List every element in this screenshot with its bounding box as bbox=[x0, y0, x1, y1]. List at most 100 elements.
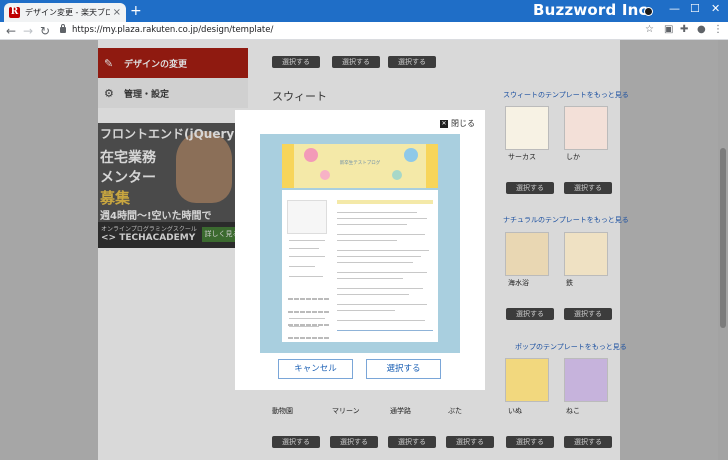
select-button[interactable]: 選択する bbox=[388, 56, 436, 68]
preview-line bbox=[337, 304, 427, 305]
preview-line bbox=[337, 218, 427, 219]
thumb-label: 海水浴 bbox=[508, 279, 529, 287]
preview-line bbox=[337, 212, 417, 213]
template-preview-image: 新卒生テストブログ bbox=[260, 134, 460, 353]
preview-body bbox=[282, 190, 438, 342]
maximize-button[interactable]: ☐ bbox=[690, 2, 700, 15]
preview-decoration bbox=[320, 170, 330, 180]
preview-line bbox=[289, 318, 325, 319]
back-arrow-icon[interactable]: ← bbox=[6, 23, 16, 39]
ad-caption: オンラインプログラミングスクール bbox=[101, 226, 197, 233]
preview-entry-title bbox=[337, 200, 433, 204]
select-button[interactable]: 選択する bbox=[330, 436, 378, 448]
preview-line bbox=[289, 276, 323, 277]
close-icon: ✕ bbox=[440, 119, 448, 128]
tab-close-icon[interactable]: × bbox=[113, 7, 121, 18]
select-button[interactable]: 選択する bbox=[272, 436, 320, 448]
preview-line bbox=[337, 224, 407, 225]
close-label: 閉じる bbox=[451, 119, 475, 128]
template-thumbnail[interactable] bbox=[505, 232, 549, 276]
thumb-label: 通学路 bbox=[390, 407, 411, 415]
menu-kebab-icon[interactable]: ⋮ bbox=[713, 24, 723, 35]
preview-sidebar bbox=[285, 196, 331, 339]
browser-tab[interactable]: R デザイン変更 - 楽天ブログ × bbox=[4, 3, 126, 22]
select-button[interactable]: 選択する bbox=[564, 436, 612, 448]
new-tab-button[interactable]: + bbox=[130, 3, 142, 19]
sidebar-item-label: 管理・設定 bbox=[124, 89, 170, 100]
template-thumbnail[interactable] bbox=[564, 106, 608, 150]
preview-line bbox=[337, 234, 425, 235]
select-button[interactable]: 選択する bbox=[564, 308, 612, 320]
forward-arrow-icon[interactable]: → bbox=[23, 23, 33, 39]
template-thumbnail[interactable] bbox=[505, 106, 549, 150]
select-template-button[interactable]: 選択する bbox=[366, 359, 441, 379]
thumb-label: ねこ bbox=[566, 407, 580, 415]
rakuten-favicon-icon: R bbox=[9, 7, 20, 18]
account-icon[interactable]: ● bbox=[697, 24, 706, 35]
browser-toolbar: ← → ↻ https://my.plaza.rakuten.co.jp/des… bbox=[0, 22, 728, 40]
lock-icon[interactable] bbox=[60, 24, 66, 33]
paint-icon: ✎ bbox=[104, 56, 114, 70]
preview-blog-title: 新卒生テストブログ bbox=[339, 161, 381, 166]
ad-text: 在宅業務 bbox=[100, 150, 156, 166]
section-title-sweet: スウィート bbox=[272, 90, 327, 103]
window-close-button[interactable]: ✕ bbox=[711, 2, 720, 15]
star-icon[interactable]: ☆ bbox=[645, 24, 654, 35]
preview-line bbox=[337, 250, 429, 251]
select-button[interactable]: 選択する bbox=[506, 182, 554, 194]
preview-line bbox=[337, 240, 397, 241]
thumb-label: しか bbox=[566, 153, 580, 161]
more-link-natural[interactable]: ナチュラルのテンプレートをもっと見る bbox=[503, 215, 629, 225]
cancel-button[interactable]: キャンセル bbox=[278, 359, 353, 379]
thumb-label: 動物園 bbox=[272, 407, 293, 415]
more-link-sweet[interactable]: スウィートのテンプレートをもっと見る bbox=[503, 90, 629, 100]
scrollbar-thumb[interactable] bbox=[720, 148, 726, 328]
template-thumbnail[interactable] bbox=[564, 358, 608, 402]
template-preview-modal: ✕ 閉じる 新卒生テストブログ キャンセル 選択する bbox=[235, 110, 485, 390]
thumb-label: マリーン bbox=[332, 407, 360, 415]
ad-text: 週4時間〜!空いた時間で bbox=[100, 211, 212, 222]
preview-line bbox=[289, 326, 319, 327]
preview-line bbox=[337, 294, 409, 295]
reload-icon[interactable]: ↻ bbox=[40, 23, 50, 39]
preview-line bbox=[337, 320, 425, 321]
preview-line bbox=[337, 310, 395, 311]
puzzle-icon[interactable]: ✚ bbox=[680, 24, 688, 35]
preview-curtain-left bbox=[282, 144, 294, 188]
extension-icon[interactable]: ▣ bbox=[664, 24, 673, 35]
template-thumbnail[interactable] bbox=[505, 358, 549, 402]
page-scrollbar[interactable] bbox=[718, 40, 728, 460]
preview-header: 新卒生テストブログ bbox=[282, 144, 438, 188]
preview-line bbox=[289, 240, 325, 241]
tab-title: デザイン変更 - 楽天ブログ bbox=[25, 8, 110, 17]
sidebar-item-design[interactable]: ✎ デザインの変更 bbox=[98, 48, 248, 78]
select-button[interactable]: 選択する bbox=[564, 182, 612, 194]
modal-close-button[interactable]: ✕ 閉じる bbox=[440, 118, 475, 129]
ad-text: メンター bbox=[100, 170, 156, 186]
more-link-pop[interactable]: ポップのテンプレートをもっと見る bbox=[515, 342, 627, 352]
techacademy-logo: <> TECHACADEMY bbox=[101, 233, 196, 243]
sidebar-item-settings[interactable]: ⚙ 管理・設定 bbox=[98, 78, 248, 108]
select-button[interactable]: 選択する bbox=[272, 56, 320, 68]
template-thumbnail[interactable] bbox=[564, 232, 608, 276]
sidebar-item-label: デザインの変更 bbox=[124, 59, 188, 70]
thumb-label: サーカス bbox=[508, 153, 536, 161]
select-button[interactable]: 選択する bbox=[332, 56, 380, 68]
select-button[interactable]: 選択する bbox=[388, 436, 436, 448]
ad-banner[interactable]: フロントエンド(jQuery 在宅業務 メンター 募集 週4時間〜!空いた時間で… bbox=[98, 123, 248, 248]
preview-line bbox=[337, 330, 433, 331]
preview-line bbox=[337, 256, 421, 257]
thumb-label: ぶた bbox=[448, 407, 462, 415]
thumb-label: 鉄 bbox=[566, 279, 573, 287]
preview-curtain-right bbox=[426, 144, 438, 188]
preview-line bbox=[337, 288, 423, 289]
preview-line bbox=[337, 272, 427, 273]
select-button[interactable]: 選択する bbox=[506, 436, 554, 448]
preview-line bbox=[289, 256, 325, 257]
minimize-button[interactable]: — bbox=[669, 2, 680, 15]
select-button[interactable]: 選択する bbox=[446, 436, 494, 448]
address-bar[interactable]: https://my.plaza.rakuten.co.jp/design/te… bbox=[72, 25, 273, 35]
preview-decoration bbox=[392, 170, 402, 180]
select-button[interactable]: 選択する bbox=[506, 308, 554, 320]
gear-icon: ⚙ bbox=[104, 86, 114, 100]
